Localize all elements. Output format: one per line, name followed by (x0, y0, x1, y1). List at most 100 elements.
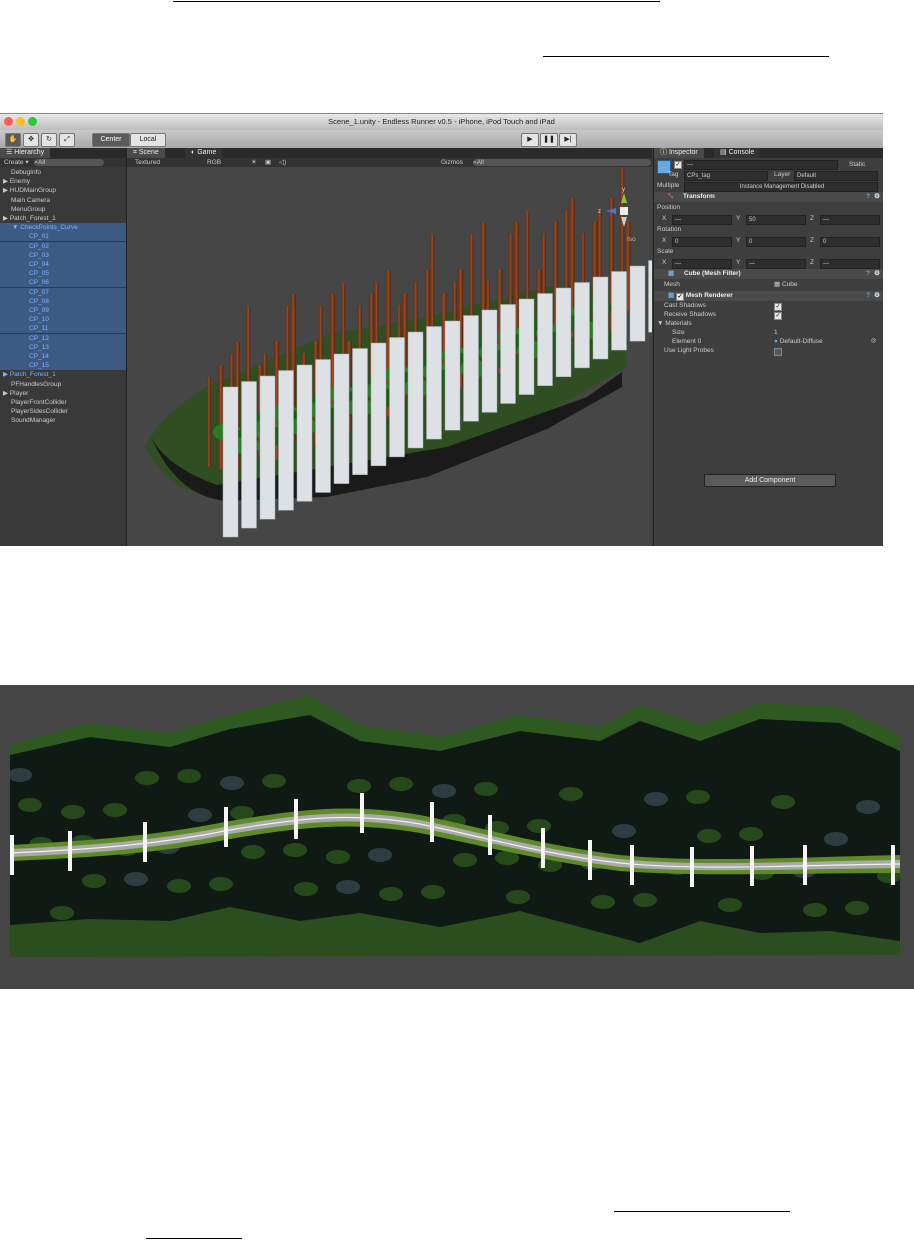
checkpoint-plane[interactable] (333, 353, 350, 484)
tag-dropdown[interactable]: CPs_tag (684, 171, 768, 181)
color-mode-dropdown[interactable]: RGB (207, 158, 221, 167)
checkpoint-plane[interactable] (241, 381, 257, 529)
hierarchy-item[interactable]: CP_04 (0, 260, 126, 269)
hierarchy-item[interactable]: ▼ CheckPoints_Curve (0, 223, 126, 233)
rot-x-field[interactable]: 0 (672, 237, 732, 247)
checkpoint-marker[interactable] (750, 846, 754, 886)
foldout-arrow-icon[interactable]: ▶ (3, 390, 10, 397)
add-component-button[interactable]: Add Component (704, 474, 836, 487)
image-toggle-icon[interactable]: ▣ (265, 158, 271, 167)
hierarchy-item[interactable]: CP_14 (0, 352, 126, 361)
mesh-value[interactable]: ▦ Cube (774, 280, 798, 289)
checkpoint-marker[interactable] (630, 845, 634, 885)
hierarchy-item[interactable]: CP_15 (0, 361, 126, 371)
create-dropdown[interactable]: Create (4, 159, 24, 166)
checkpoint-marker[interactable] (10, 835, 14, 875)
pos-x-field[interactable]: — (672, 215, 732, 225)
render-mode-dropdown[interactable]: Textured (135, 158, 160, 167)
underline-link-1[interactable] (173, 1, 660, 2)
checkpoint-marker[interactable] (360, 793, 364, 833)
checkpoint-plane[interactable] (500, 304, 516, 404)
hierarchy-item[interactable]: SoundManager (0, 416, 126, 425)
object-name-field[interactable]: — (684, 160, 838, 170)
pos-y-field[interactable]: 50 (746, 215, 806, 225)
hierarchy-item[interactable]: CP_11 (0, 324, 126, 334)
checkpoint-plane[interactable] (629, 265, 646, 342)
checkpoint-marker[interactable] (68, 831, 72, 871)
checkpoint-plane[interactable] (518, 298, 535, 395)
play-button[interactable]: ▶ (521, 133, 539, 147)
checkpoint-plane[interactable] (481, 309, 498, 413)
checkpoint-marker[interactable] (294, 799, 298, 839)
gear-icon[interactable]: ⚙ (874, 269, 880, 279)
checkpoint-plane[interactable] (648, 260, 653, 333)
checkpoint-plane[interactable] (611, 271, 627, 351)
hierarchy-item[interactable]: MenuGroup (0, 205, 126, 214)
gear-icon[interactable]: ⚙ (874, 291, 880, 301)
pos-z-field[interactable]: — (820, 215, 880, 225)
hierarchy-item[interactable]: ▶ Player (0, 389, 126, 398)
hierarchy-item[interactable]: ▶ Enemy (0, 177, 126, 186)
checkpoint-plane[interactable] (426, 326, 442, 440)
hierarchy-item[interactable]: CP_03 (0, 250, 126, 260)
checkpoint-plane[interactable] (315, 359, 331, 493)
transform-header[interactable]: ⤡ Transform ? ⚙ (654, 192, 883, 202)
checkpoint-marker[interactable] (690, 847, 694, 887)
mesh-renderer-header[interactable]: ▦ ✓ Mesh Renderer ? ⚙ (654, 291, 883, 301)
rot-y-field[interactable]: 0 (746, 237, 806, 247)
checkpoint-plane[interactable] (463, 315, 479, 422)
checkpoint-marker[interactable] (430, 802, 434, 842)
light-probes-checkbox[interactable] (774, 348, 782, 356)
checkpoint-marker[interactable] (224, 807, 228, 847)
scene-viewport[interactable]: y z Iso (127, 167, 652, 546)
checkpoint-marker[interactable] (803, 845, 807, 885)
hierarchy-item[interactable]: CP_09 (0, 306, 126, 315)
layer-dropdown[interactable]: Default (794, 171, 878, 181)
hierarchy-item[interactable]: CP_01 (0, 232, 126, 242)
foldout-arrow-icon[interactable]: ▶ (3, 178, 10, 185)
hierarchy-item[interactable]: CP_06 (0, 278, 126, 288)
projection-label[interactable]: Iso (627, 236, 636, 243)
mesh-renderer-enabled-checkbox[interactable]: ✓ (675, 293, 684, 301)
tab-inspector[interactable]: ⓘ Inspector (654, 148, 704, 158)
tab-console[interactable]: ▤ Console (714, 148, 761, 158)
checkpoint-marker[interactable] (541, 828, 545, 868)
checkpoint-plane[interactable] (555, 287, 572, 378)
hierarchy-item[interactable]: CP_13 (0, 342, 126, 352)
tab-game[interactable]: ◐ Game (185, 148, 223, 158)
size-value[interactable]: 1 (774, 328, 778, 337)
rotate-tool-button[interactable]: ↻ (41, 133, 57, 147)
foldout-arrow-icon[interactable]: ▶ (3, 371, 10, 378)
foldout-arrow-icon[interactable]: ▼ (12, 224, 20, 231)
checkpoint-plane[interactable] (352, 348, 368, 475)
scl-z-field[interactable]: — (820, 259, 880, 269)
active-checkbox[interactable]: ✓ (674, 161, 682, 169)
move-tool-button[interactable]: ✥ (23, 133, 39, 147)
checkpoint-marker[interactable] (588, 840, 592, 880)
static-toggle[interactable]: Static (849, 160, 865, 169)
checkpoint-marker[interactable] (891, 845, 895, 885)
hierarchy-item[interactable]: ▶ HUDMainGroup (0, 186, 126, 195)
foldout-arrow-icon[interactable]: ▶ (3, 215, 10, 222)
mesh-filter-header[interactable]: ▦ Cube (Mesh Filter) ? ⚙ (654, 269, 883, 279)
checkpoint-plane[interactable] (592, 276, 609, 360)
hierarchy-item[interactable]: ▶ Patch_Forest_1 (0, 370, 126, 379)
help-icon[interactable]: ? (866, 192, 870, 202)
hierarchy-item[interactable]: DebugInfo (0, 168, 126, 177)
foldout-arrow-icon[interactable]: ▶ (3, 187, 10, 194)
pause-button[interactable]: ❚❚ (540, 133, 558, 147)
checkpoint-plane[interactable] (537, 293, 553, 386)
object-picker-icon[interactable]: ◎ (871, 337, 876, 346)
tab-hierarchy[interactable]: ☰ Hierarchy (0, 148, 51, 158)
hierarchy-item[interactable]: PlayerSidesCollider (0, 407, 126, 416)
hierarchy-item[interactable]: CP_08 (0, 296, 126, 306)
lighting-toggle-icon[interactable]: ☀ (251, 158, 257, 167)
hierarchy-item[interactable]: PlayerFrontCollider (0, 398, 126, 407)
underline-link-3[interactable] (614, 1211, 790, 1212)
element0-value[interactable]: ● Default-Diffuse (774, 337, 823, 346)
hierarchy-item[interactable]: Main Camera (0, 196, 126, 205)
scene-search-input[interactable]: ⌕All (473, 159, 651, 166)
checkpoint-plane[interactable] (296, 364, 313, 502)
hierarchy-item[interactable]: CP_10 (0, 315, 126, 325)
step-button[interactable]: ▶| (559, 133, 577, 147)
